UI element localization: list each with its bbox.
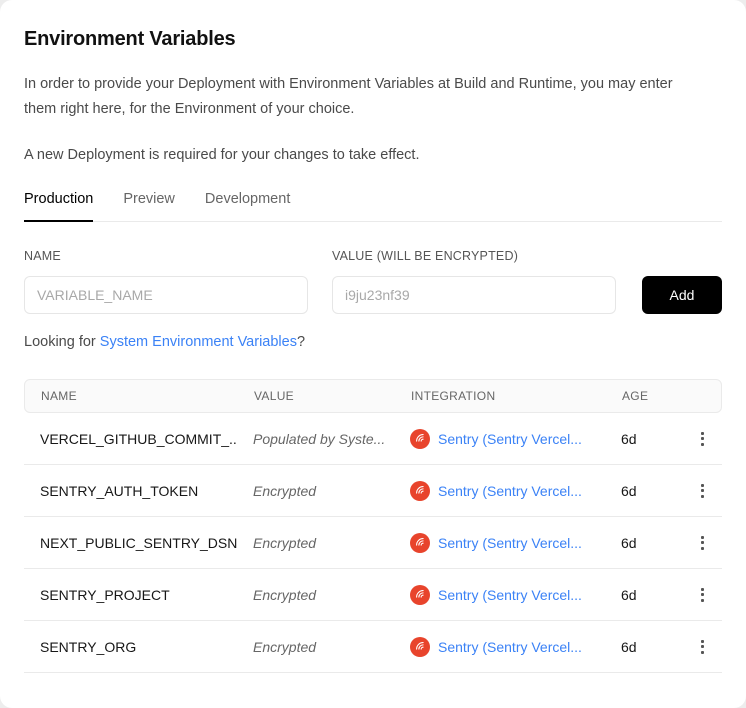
- env-var-name: SENTRY_AUTH_TOKEN: [24, 483, 237, 499]
- env-vars-table: NAME VALUE INTEGRATION AGE VERCEL_GITHUB…: [24, 379, 722, 673]
- sentry-icon: [410, 533, 430, 553]
- add-button[interactable]: Add: [642, 276, 722, 314]
- system-env-hint: Looking for System Environment Variables…: [24, 334, 722, 350]
- kebab-menu-button[interactable]: [695, 428, 710, 450]
- table-row: SENTRY_AUTH_TOKEN Encrypted Sentry (Sent…: [24, 465, 722, 517]
- hint-prefix: Looking for: [24, 334, 100, 350]
- env-var-age: 6d: [605, 587, 660, 603]
- value-label: VALUE (WILL BE ENCRYPTED): [332, 249, 616, 263]
- sentry-icon: [410, 481, 430, 501]
- name-label: NAME: [24, 249, 308, 263]
- page-title: Environment Variables: [24, 28, 722, 51]
- env-var-name: SENTRY_PROJECT: [24, 587, 237, 603]
- kebab-menu-button[interactable]: [695, 480, 710, 502]
- env-var-integration: Sentry (Sentry Vercel...: [394, 533, 605, 553]
- integration-link[interactable]: Sentry (Sentry Vercel...: [438, 483, 582, 499]
- integration-link[interactable]: Sentry (Sentry Vercel...: [438, 535, 582, 551]
- table-row: NEXT_PUBLIC_SENTRY_DSN Encrypted Sentry …: [24, 517, 722, 569]
- env-var-name: VERCEL_GITHUB_COMMIT_...: [24, 431, 237, 447]
- env-var-value: Encrypted: [237, 535, 394, 551]
- kebab-menu-button[interactable]: [695, 636, 710, 658]
- environment-variables-panel: Environment Variables In order to provid…: [0, 0, 746, 708]
- env-var-value: Encrypted: [237, 483, 394, 499]
- sentry-icon: [410, 585, 430, 605]
- tab-development[interactable]: Development: [205, 191, 290, 222]
- tab-production[interactable]: Production: [24, 191, 93, 222]
- env-var-name: NEXT_PUBLIC_SENTRY_DSN: [24, 535, 237, 551]
- description-text: In order to provide your Deployment with…: [24, 72, 694, 122]
- variable-value-input[interactable]: [332, 276, 616, 314]
- integration-link[interactable]: Sentry (Sentry Vercel...: [438, 639, 582, 655]
- table-row: VERCEL_GITHUB_COMMIT_... Populated by Sy…: [24, 413, 722, 465]
- kebab-menu-button[interactable]: [695, 584, 710, 606]
- integration-link[interactable]: Sentry (Sentry Vercel...: [438, 431, 582, 447]
- sentry-icon: [410, 429, 430, 449]
- env-var-integration: Sentry (Sentry Vercel...: [394, 429, 605, 449]
- env-var-value: Encrypted: [237, 639, 394, 655]
- env-var-integration: Sentry (Sentry Vercel...: [394, 637, 605, 657]
- env-var-age: 6d: [605, 639, 660, 655]
- env-var-name: SENTRY_ORG: [24, 639, 237, 655]
- tab-preview[interactable]: Preview: [123, 191, 175, 222]
- system-env-vars-link[interactable]: System Environment Variables: [100, 334, 297, 350]
- kebab-menu-button[interactable]: [695, 532, 710, 554]
- env-var-age: 6d: [605, 535, 660, 551]
- header-integration: INTEGRATION: [395, 389, 606, 403]
- env-var-age: 6d: [605, 431, 660, 447]
- env-var-value: Encrypted: [237, 587, 394, 603]
- variable-name-input[interactable]: [24, 276, 308, 314]
- env-var-value: Populated by Syste...: [237, 431, 394, 447]
- value-field-group: VALUE (WILL BE ENCRYPTED): [332, 249, 616, 314]
- env-var-integration: Sentry (Sentry Vercel...: [394, 585, 605, 605]
- table-header-row: NAME VALUE INTEGRATION AGE: [24, 379, 722, 413]
- header-age: AGE: [606, 389, 661, 403]
- environment-tabs: Production Preview Development: [24, 191, 722, 222]
- hint-suffix: ?: [297, 334, 305, 350]
- integration-link[interactable]: Sentry (Sentry Vercel...: [438, 587, 582, 603]
- add-env-var-form: NAME VALUE (WILL BE ENCRYPTED) Add: [24, 249, 722, 314]
- env-var-age: 6d: [605, 483, 660, 499]
- table-row: SENTRY_PROJECT Encrypted Sentry (Sentry …: [24, 569, 722, 621]
- header-value: VALUE: [238, 389, 395, 403]
- redeploy-note-text: A new Deployment is required for your ch…: [24, 143, 694, 168]
- sentry-icon: [410, 637, 430, 657]
- header-name: NAME: [25, 389, 238, 403]
- name-field-group: NAME: [24, 249, 308, 314]
- table-row: SENTRY_ORG Encrypted Sentry (Sentry Verc…: [24, 621, 722, 673]
- env-var-integration: Sentry (Sentry Vercel...: [394, 481, 605, 501]
